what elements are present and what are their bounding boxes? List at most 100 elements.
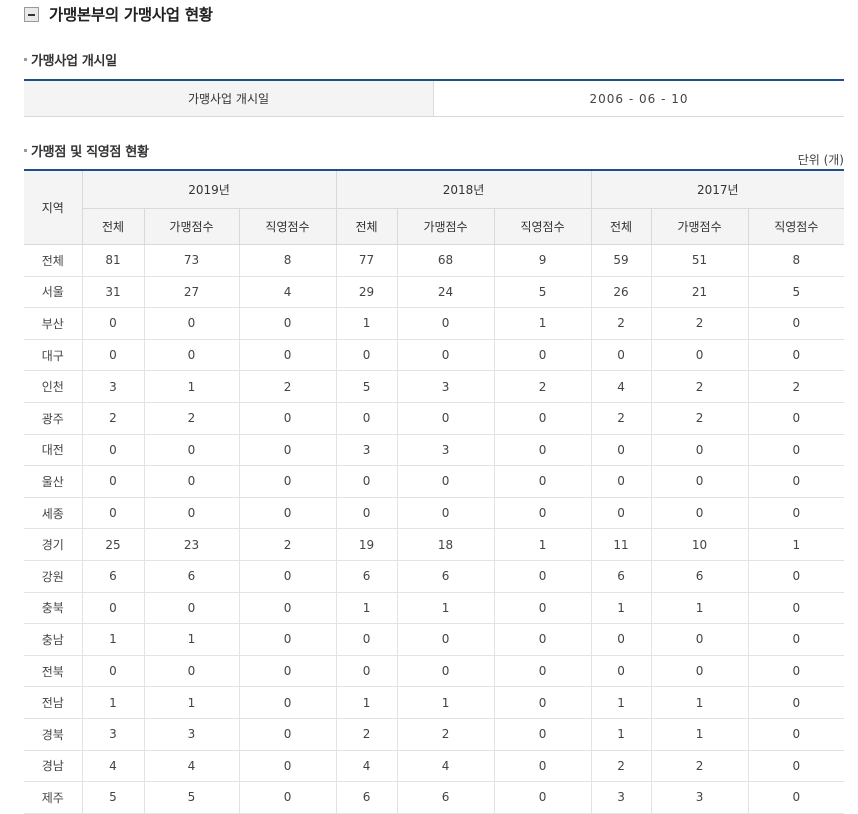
table-row: 서울 31 27 4 29 24 5 26 21 5 [24, 275, 845, 309]
stores-subtitle: 가맹점 및 직영점 현황 [24, 141, 149, 160]
value-cell: 1 [81, 623, 145, 656]
value-cell: 2 [493, 370, 592, 403]
region-cell: 전북 [24, 654, 83, 688]
value-cell: 0 [238, 686, 337, 719]
region-cell: 강원 [24, 559, 83, 593]
value-cell: 0 [493, 591, 592, 625]
value-cell: 1 [650, 717, 749, 751]
table-row: 강원 6 6 0 6 6 0 6 6 0 [24, 559, 845, 593]
value-cell: 1 [335, 307, 398, 340]
value-cell: 0 [81, 465, 145, 498]
value-cell: 0 [493, 401, 592, 435]
value-cell: 2 [143, 401, 240, 435]
value-cell: 1 [335, 591, 398, 625]
region-cell: 경남 [24, 749, 83, 783]
value-cell: 0 [335, 496, 398, 530]
value-cell: 0 [493, 465, 592, 498]
value-cell: 0 [238, 496, 337, 530]
value-cell: 0 [590, 623, 652, 656]
subheader-franchise-count: 가맹점수 [143, 208, 240, 245]
value-cell: 0 [747, 781, 845, 814]
value-cell: 18 [396, 528, 495, 561]
value-cell: 0 [143, 496, 240, 530]
value-cell: 4 [81, 749, 145, 783]
value-cell: 0 [650, 623, 749, 656]
value-cell: 0 [81, 654, 145, 688]
value-cell: 0 [747, 465, 845, 498]
value-cell: 1 [396, 686, 495, 719]
value-cell: 0 [747, 559, 845, 593]
table-row: 대구 0 0 0 0 0 0 0 0 0 [24, 338, 845, 372]
opening-date-label: 가맹사업 개시일 [24, 80, 434, 117]
value-cell: 0 [238, 433, 337, 467]
region-cell: 부산 [24, 307, 83, 340]
value-cell: 0 [493, 496, 592, 530]
minus-icon[interactable] [24, 6, 39, 22]
value-cell: 59 [590, 244, 652, 277]
value-cell: 8 [238, 244, 337, 277]
value-cell: 1 [747, 528, 845, 561]
value-cell: 1 [493, 528, 592, 561]
value-cell: 0 [493, 781, 592, 814]
value-cell: 5 [81, 781, 145, 814]
value-cell: 0 [335, 465, 398, 498]
value-cell: 0 [143, 591, 240, 625]
region-cell: 대구 [24, 338, 83, 372]
value-cell: 3 [396, 433, 495, 467]
value-cell: 0 [747, 654, 845, 688]
value-cell: 0 [238, 781, 337, 814]
value-cell: 0 [143, 465, 240, 498]
value-cell: 0 [143, 338, 240, 372]
value-cell: 0 [238, 717, 337, 751]
value-cell: 0 [396, 654, 495, 688]
value-cell: 3 [650, 781, 749, 814]
value-cell: 0 [396, 401, 495, 435]
value-cell: 6 [396, 781, 495, 814]
value-cell: 3 [143, 717, 240, 751]
value-cell: 2 [747, 370, 845, 403]
table-row: 제주 5 5 0 6 6 0 3 3 0 [24, 781, 845, 814]
value-cell: 0 [590, 338, 652, 372]
value-cell: 0 [81, 591, 145, 625]
value-cell: 0 [747, 717, 845, 751]
value-cell: 0 [81, 307, 145, 340]
value-cell: 0 [747, 307, 845, 340]
value-cell: 0 [493, 717, 592, 751]
value-cell: 29 [335, 275, 398, 309]
store-status-table: 지역 2019년 2018년 2017년 전체 가맹점수 직영점수 전체 가맹점수 직영점… [24, 169, 845, 814]
subheader-direct-count: 직영점수 [493, 208, 592, 245]
value-cell: 4 [396, 749, 495, 783]
value-cell: 0 [493, 623, 592, 656]
value-cell: 6 [590, 559, 652, 593]
opening-date-value: 2006 - 06 - 10 [433, 80, 844, 117]
value-cell: 2 [650, 749, 749, 783]
value-cell: 0 [493, 559, 592, 593]
year-header: 2019년 [81, 169, 337, 209]
opening-subtitle-text: 가맹사업 개시일 [31, 54, 117, 69]
value-cell: 0 [335, 654, 398, 688]
value-cell: 26 [590, 275, 652, 309]
region-cell: 세종 [24, 496, 83, 530]
value-cell: 3 [590, 781, 652, 814]
value-cell: 0 [396, 465, 495, 498]
table-row: 경남 4 4 0 4 4 0 2 2 0 [24, 749, 845, 783]
value-cell: 4 [143, 749, 240, 783]
value-cell: 1 [590, 717, 652, 751]
value-cell: 0 [81, 338, 145, 372]
stores-subtitle-text: 가맹점 및 직영점 현황 [31, 145, 149, 160]
opening-date-table: 가맹사업 개시일 2006 - 06 - 10 [24, 79, 844, 117]
table-row: 경기 25 23 2 19 18 1 11 10 1 [24, 528, 845, 561]
value-cell: 0 [590, 465, 652, 498]
section-header: 가맹본부의 가맹사업 현황 [24, 2, 213, 26]
value-cell: 2 [335, 717, 398, 751]
table-row: 대전 0 0 0 3 3 0 0 0 0 [24, 433, 845, 467]
value-cell: 0 [747, 433, 845, 467]
bullet-icon [24, 149, 27, 152]
value-cell: 6 [650, 559, 749, 593]
value-cell: 0 [747, 623, 845, 656]
region-cell: 울산 [24, 465, 83, 498]
value-cell: 0 [396, 338, 495, 372]
value-cell: 2 [650, 401, 749, 435]
value-cell: 0 [747, 686, 845, 719]
value-cell: 5 [493, 275, 592, 309]
